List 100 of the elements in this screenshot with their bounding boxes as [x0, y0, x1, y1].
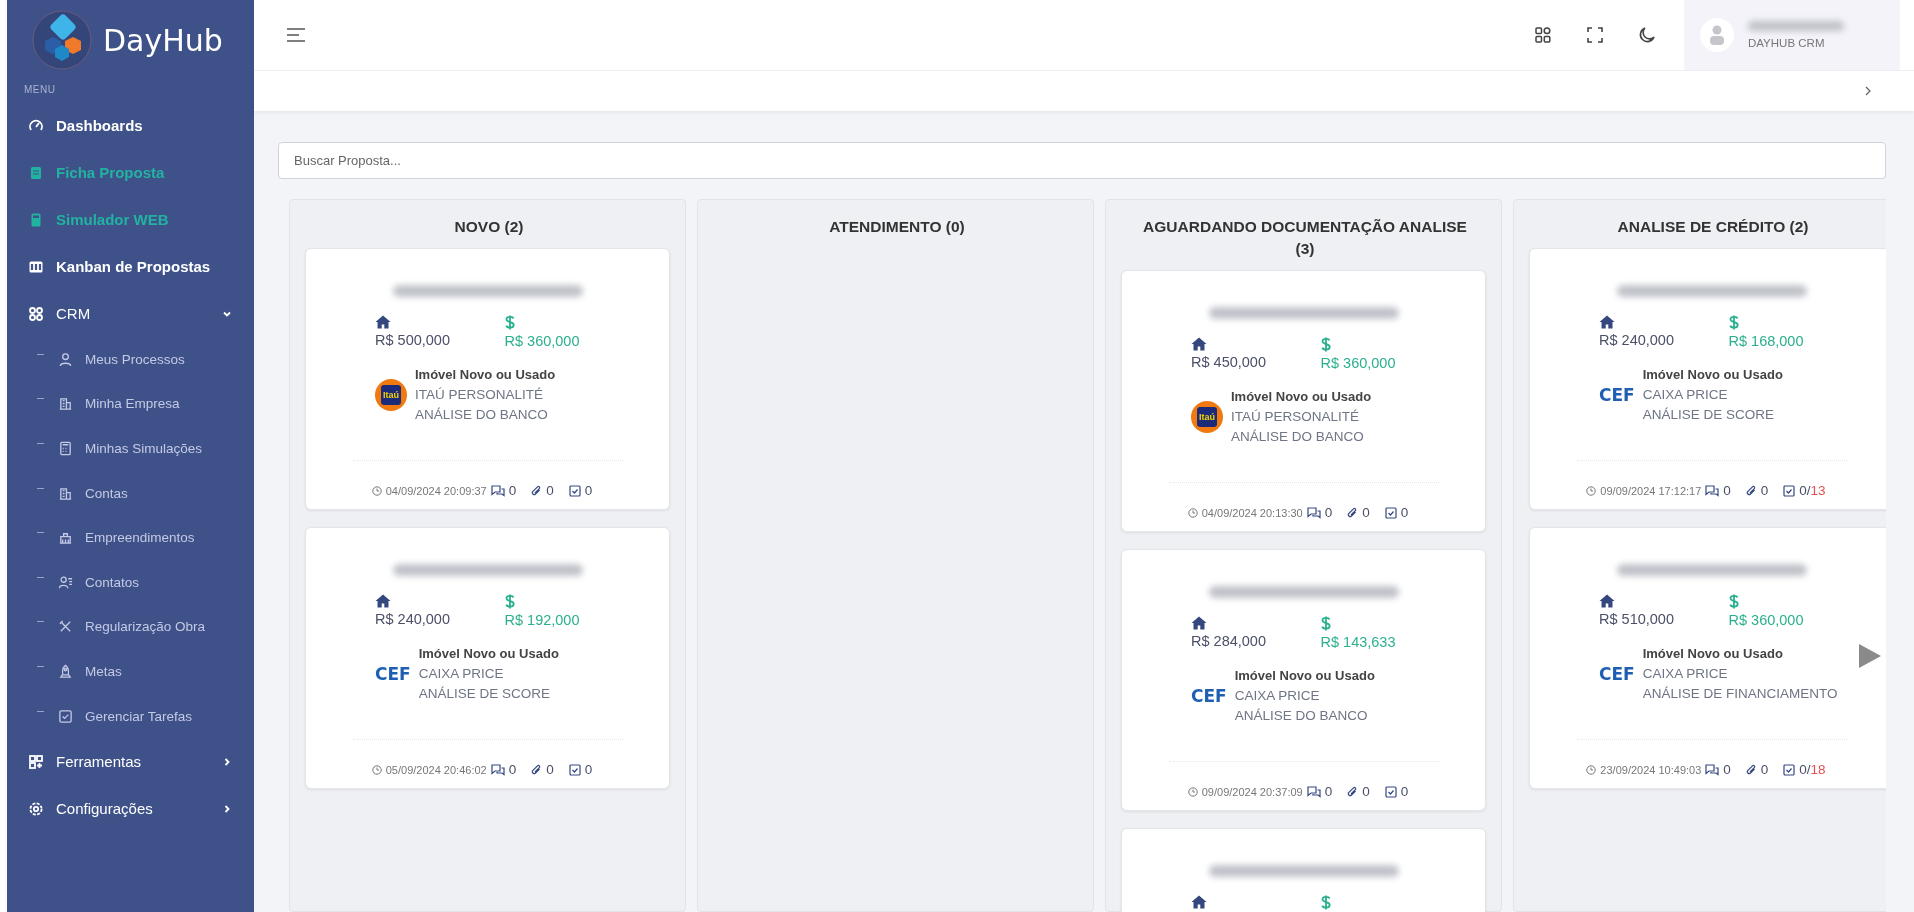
- checkbox-icon: [568, 763, 581, 776]
- financed-value: R$ 143,633: [1320, 634, 1396, 650]
- bank-name: ITAÚ PERSONALITÉ: [1231, 409, 1361, 424]
- stage-label: ANÁLISE DO BANCO: [415, 407, 549, 422]
- stage-label: ANÁLISE DE FINANCIAMENTO: [1642, 686, 1838, 701]
- property-value: R$ 450,000: [1191, 354, 1266, 370]
- date-time: 09/09/2024 20:37:09: [1201, 785, 1303, 798]
- proposal-card[interactable]: R$ 500,000 R$ 360,000 Itaú Imóvel Novo ou Usado ITAÚ PERSONALITÉ ANÁLISE DO BANCO 04/09/2024 20:09:37 0 0 0: [305, 248, 670, 510]
- bank-logo: Itaú: [375, 378, 407, 411]
- financed-value: R$ 168,000: [1728, 333, 1804, 349]
- search-field[interactable]: Buscar Proposta...: [278, 142, 1886, 179]
- comment-icon: [1705, 763, 1720, 776]
- chevron-right-icon[interactable]: [1864, 86, 1872, 96]
- nav-item[interactable]: Kanban de Propostas: [7, 243, 254, 290]
- house-icon: [1599, 594, 1615, 608]
- property-value: R$ 240,000: [375, 611, 450, 627]
- brand-name: DayHub: [103, 22, 223, 58]
- column-title: ANALISE DE CRÉDITO (2): [1616, 217, 1810, 237]
- menu-label: MENU: [23, 83, 57, 97]
- task-count: 0: [584, 483, 593, 498]
- calc-icon: [58, 441, 73, 456]
- nav-subitem[interactable]: Contas: [7, 470, 254, 516]
- qr-icon: [28, 753, 44, 770]
- paperclip-icon: [531, 763, 543, 776]
- attachment-count: 0: [1362, 784, 1370, 799]
- nav-item[interactable]: Simulador WEB: [7, 196, 254, 243]
- nav-subitem[interactable]: Metas: [7, 649, 254, 694]
- building-icon: [58, 396, 73, 412]
- rocket-icon: [58, 663, 73, 679]
- date-time: 04/09/2024 20:09:37: [385, 484, 487, 497]
- moon-icon: [1638, 26, 1656, 44]
- dollar-icon: [1320, 616, 1331, 631]
- clock-icon: [1586, 485, 1597, 496]
- gear-icon: [28, 800, 44, 817]
- property-type: Imóvel Novo ou Usado: [418, 646, 559, 661]
- proposal-card[interactable]: R$ 284,000 R$ 143,633 CEF Imóvel Novo ou Usado CAIXA PRICE ANÁLISE DO BANCO 09/09/2024 20:37:09 0 0 0: [1121, 549, 1486, 811]
- financed-value: R$ 360,000: [1728, 612, 1804, 628]
- property-type: Imóvel Novo ou Usado: [1642, 367, 1783, 382]
- task-count: 0: [1400, 784, 1409, 799]
- nav-subitem[interactable]: Empreendimentos: [7, 515, 254, 560]
- checkbox-icon: [1783, 763, 1796, 776]
- bank-name: CAIXA PRICE: [418, 666, 505, 681]
- dollar-icon: [1728, 594, 1739, 609]
- paperclip-icon: [1745, 484, 1757, 497]
- check-icon: [58, 708, 73, 724]
- doc-icon: [28, 164, 44, 181]
- dollar-icon: [1728, 315, 1739, 330]
- task-count: 0/18: [1799, 762, 1826, 777]
- attachment-count: 0: [1760, 483, 1769, 498]
- proposal-card[interactable]: R$ 450,000 R$ 360,000 Itaú Imóvel Novo ou Usado ITAÚ PERSONALITÉ ANÁLISE DO BANCO 04/09/2024 20:13:30 0 0 0: [1121, 270, 1486, 532]
- nav-subitem[interactable]: Regularização Obra: [7, 604, 254, 650]
- paperclip-icon: [1745, 763, 1757, 776]
- property-value: R$ 284,000: [1191, 633, 1266, 649]
- comment-icon: [490, 484, 505, 497]
- attachment-count: 0: [1362, 505, 1370, 520]
- bank-name: ITAÚ PERSONALITÉ: [415, 387, 545, 402]
- bank-name: CAIXA PRICE: [1234, 688, 1321, 703]
- menu-icon: [286, 28, 306, 42]
- nav-item[interactable]: Ferramentas: [7, 738, 254, 786]
- fullscreen-icon: [1586, 26, 1604, 44]
- column-title: AGUARDANDO DOCUMENTAÇÃO ANALISE (3): [1142, 217, 1468, 259]
- nav-subitem[interactable]: Minha Empresa: [7, 381, 254, 427]
- nav-item[interactable]: Dashboards: [7, 102, 254, 149]
- nav-subitem[interactable]: Contatos: [7, 559, 254, 605]
- proposal-card[interactable]: R$ 240,000 R$ 168,000 CEF Imóvel Novo ou Usado CAIXA PRICE ANÁLISE DE SCORE 09/09/2024 17:12:17 0 0 0/13: [1529, 248, 1886, 510]
- nav-item[interactable]: Ficha Proposta: [7, 149, 254, 196]
- clock-icon: [1187, 786, 1198, 797]
- bank-logo: CEF: [1191, 685, 1227, 706]
- checkbox-icon: [1384, 506, 1397, 519]
- bank-name: CAIXA PRICE: [1642, 387, 1729, 402]
- house-icon: [375, 315, 391, 329]
- task-count: 0: [1400, 505, 1409, 520]
- date-time: 23/09/2024 10:49:03: [1600, 763, 1702, 776]
- stage-label: ANÁLISE DE SCORE: [418, 686, 551, 701]
- date-time: 09/09/2024 17:12:17: [1600, 484, 1702, 497]
- checkbox-icon: [1783, 484, 1796, 497]
- paperclip-icon: [531, 484, 543, 497]
- nav-subitem[interactable]: Meus Processos: [7, 337, 254, 382]
- proposal-card[interactable]: R$ 240,000 R$ 192,000 CEF Imóvel Novo ou Usado CAIXA PRICE ANÁLISE DE SCORE 05/09/2024 20:46:02 0 0 0: [305, 527, 670, 789]
- user-menu[interactable]: DAYHUB CRM: [1684, 0, 1900, 70]
- scroll-right-icon[interactable]: [1858, 643, 1882, 669]
- nav-item[interactable]: CRM: [7, 290, 254, 337]
- proposal-card[interactable]: R$ 510,000 R$ 360,000 CEF Imóvel Novo ou Usado CAIXA PRICE ANÁLISE DE FINANCIAMENTO 23/09/2024 10:49:03 0 0 0/18: [1529, 527, 1886, 789]
- avatar-icon: [1700, 18, 1734, 52]
- property-value: R$ 500,000: [375, 332, 450, 348]
- nav-subitem[interactable]: Minhas Simulações: [7, 426, 254, 471]
- apps-icon: [28, 305, 44, 322]
- clock-icon: [1586, 764, 1597, 775]
- nav-subitem[interactable]: Gerenciar Tarefas: [7, 693, 254, 739]
- dollar-icon: [504, 315, 515, 330]
- paperclip-icon: [1347, 785, 1359, 798]
- checkbox-icon: [1384, 785, 1397, 798]
- comment-icon: [1705, 484, 1720, 497]
- comment-count: 0: [1324, 784, 1333, 799]
- bank-logo: CEF: [375, 663, 411, 684]
- nav-item[interactable]: Configurações: [7, 785, 254, 833]
- task-count: 0: [584, 762, 593, 777]
- property-type: Imóvel Novo ou Usado: [1231, 389, 1372, 404]
- dollar-icon: [1320, 337, 1331, 352]
- comment-icon: [490, 763, 505, 776]
